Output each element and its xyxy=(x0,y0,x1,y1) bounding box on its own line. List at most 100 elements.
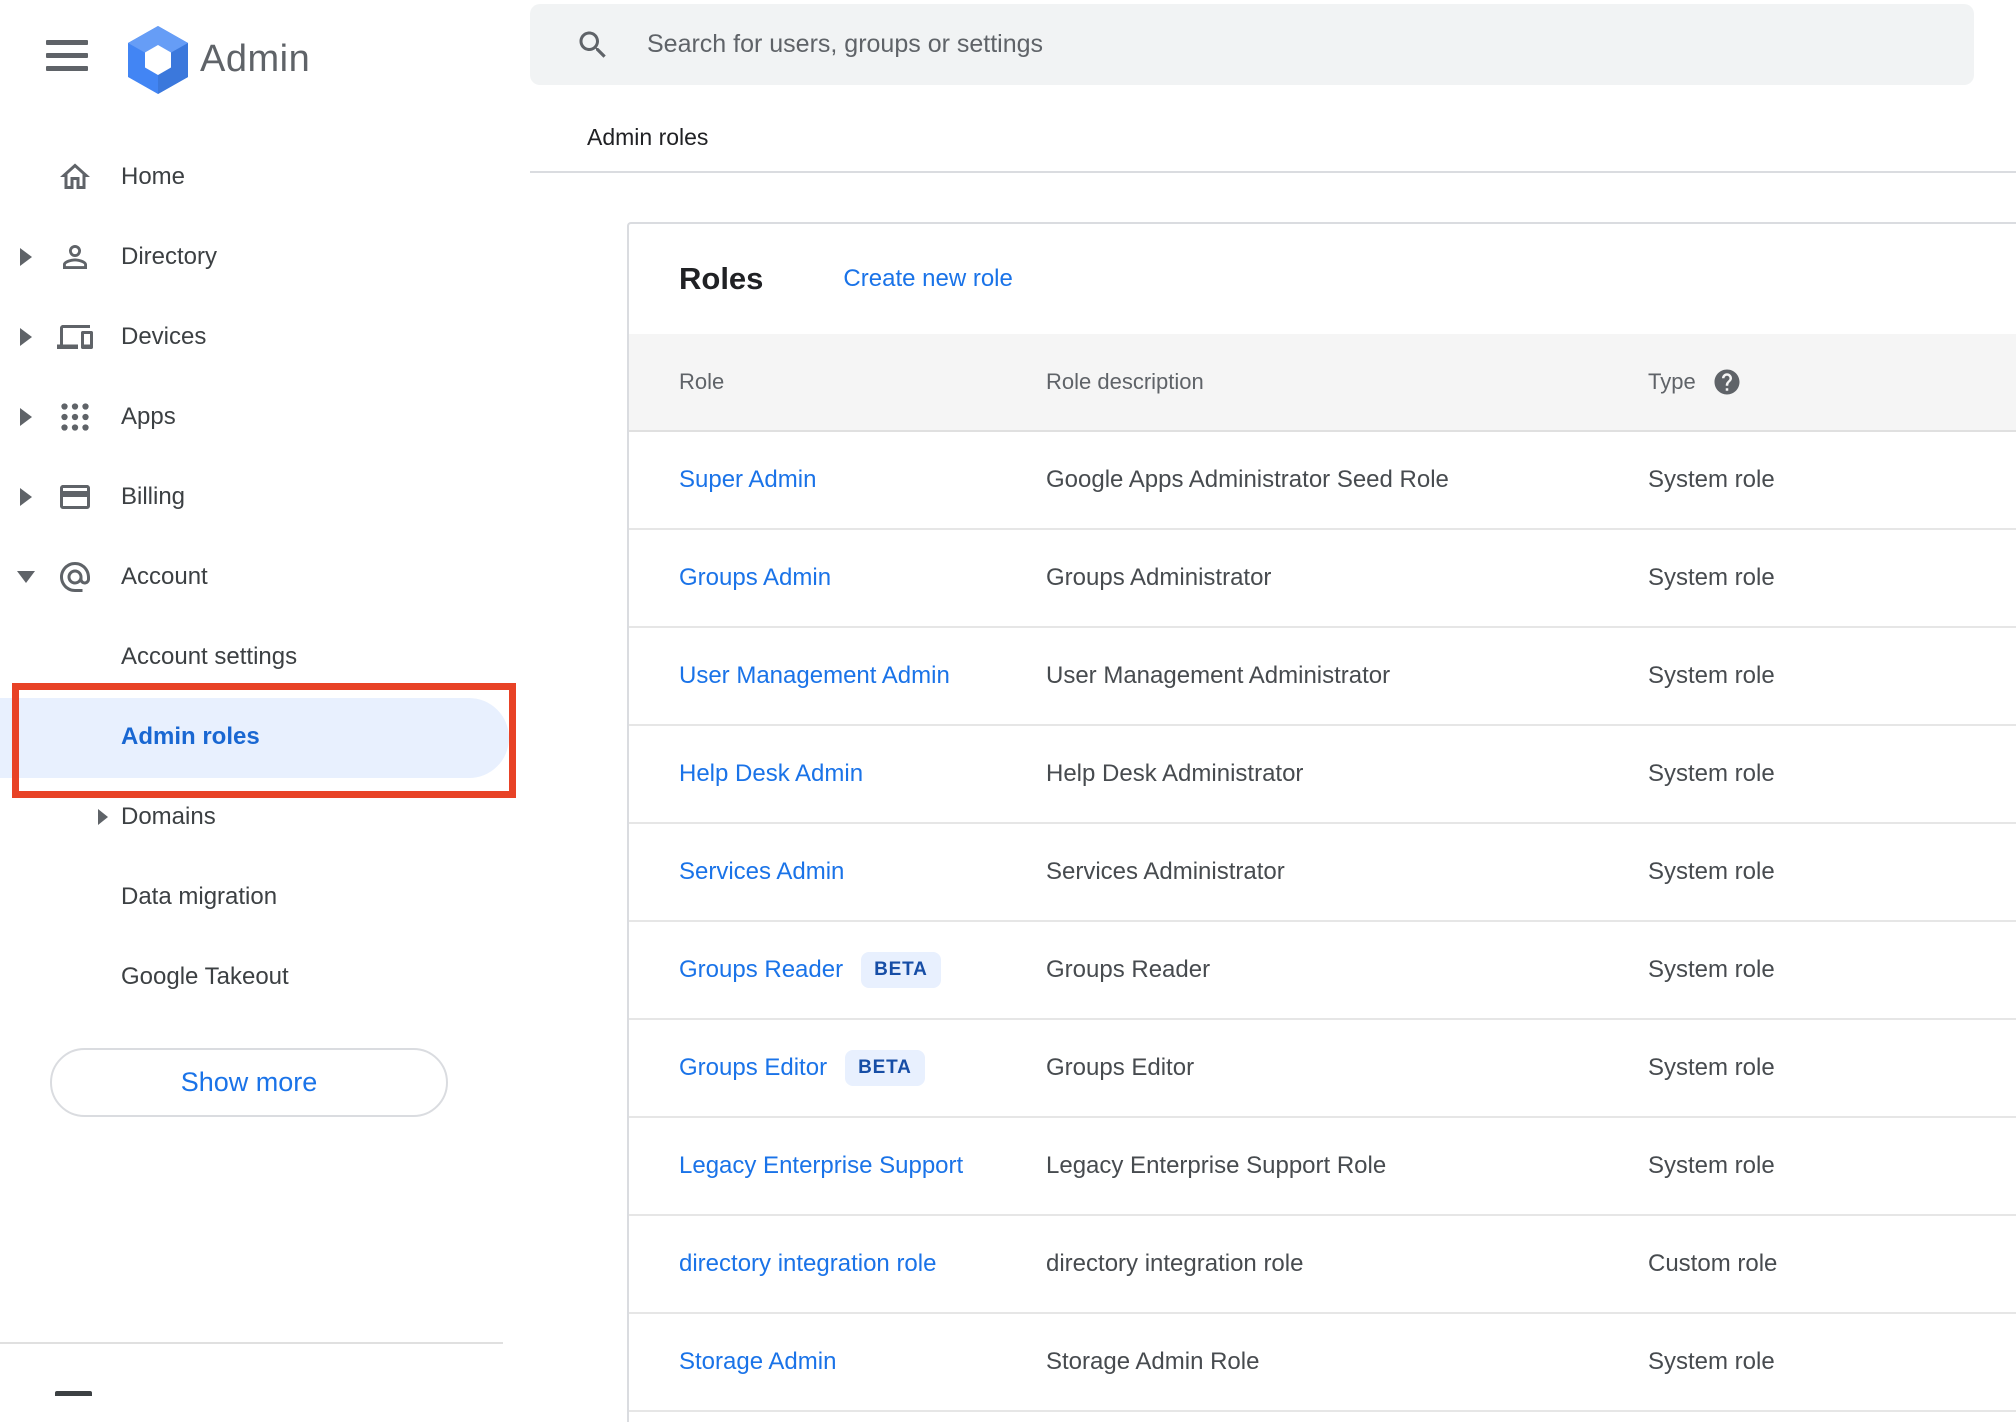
content-divider xyxy=(530,171,2016,173)
search-input[interactable] xyxy=(647,30,1847,59)
at-sign-icon xyxy=(60,562,90,592)
sidebar-item-home[interactable]: Home xyxy=(0,137,514,217)
role-cell: Help Desk Admin xyxy=(629,760,1046,788)
sidebar-item-directory[interactable]: Directory xyxy=(0,217,514,297)
role-link[interactable]: Super Admin xyxy=(679,466,816,494)
search-bar[interactable] xyxy=(530,4,1974,85)
menu-icon[interactable] xyxy=(44,34,90,78)
role-type: System role xyxy=(1648,466,1775,493)
column-header-role: Role xyxy=(679,369,725,394)
sidebar-item-apps[interactable]: Apps xyxy=(0,377,514,457)
role-link[interactable]: directory integration role xyxy=(679,1250,936,1278)
cutoff-icon xyxy=(55,1391,92,1396)
chevron-right-icon[interactable] xyxy=(20,408,32,426)
credit-card-icon xyxy=(60,485,90,509)
sidebar-item-label: Billing xyxy=(121,483,186,510)
role-link[interactable]: Groups Editor xyxy=(679,1054,827,1082)
devices-icon xyxy=(57,325,93,349)
sidebar-item-label: Account settings xyxy=(121,643,298,670)
panel-title: Roles xyxy=(679,261,764,296)
sidebar-item-admin-roles[interactable]: Admin roles xyxy=(0,697,514,777)
role-type: Custom role xyxy=(1648,1250,1778,1277)
search-icon xyxy=(579,31,606,58)
sidebar-divider xyxy=(0,1342,503,1344)
sidebar-item-account[interactable]: Account xyxy=(0,537,514,617)
column-header-type-label: Type xyxy=(1648,369,1696,394)
role-description: Groups Reader xyxy=(1046,956,1211,983)
role-cell: Groups Admin xyxy=(629,564,1046,592)
chevron-down-icon[interactable] xyxy=(17,571,35,583)
role-link[interactable]: Help Desk Admin xyxy=(679,760,863,788)
role-link[interactable]: Groups Admin xyxy=(679,564,831,592)
table-row: Super Admin Google Apps Administrator See… xyxy=(629,432,2016,530)
sidebar-item-label: Admin roles xyxy=(121,723,260,750)
menu-bar xyxy=(46,40,88,45)
role-cell: directory integration role xyxy=(629,1250,1046,1278)
role-cell: Super Admin xyxy=(629,466,1046,494)
chevron-right-icon[interactable] xyxy=(20,488,32,506)
menu-bar xyxy=(46,53,88,58)
roles-panel-header: Roles Create new role xyxy=(629,224,2016,334)
sidebar-item-label: Data migration xyxy=(121,883,278,910)
table-row: directory integration role directory inte… xyxy=(629,1216,2016,1314)
role-description: Legacy Enterprise Support Role xyxy=(1046,1152,1387,1179)
column-header-type: Type xyxy=(1648,367,2016,397)
table-row: User Management Admin User Management Adm… xyxy=(629,628,2016,726)
product-title: Admin xyxy=(200,38,311,80)
home-icon xyxy=(60,163,90,189)
role-description: Storage Admin Role xyxy=(1046,1348,1260,1375)
roles-panel: Roles Create new role Role Role descript… xyxy=(627,222,2016,1422)
table-row: Legacy Enterprise Support Legacy Enterpri… xyxy=(629,1118,2016,1216)
table-row: Groups Editor BETA Groups Editor System rol… xyxy=(629,1020,2016,1118)
role-link[interactable]: Groups Reader xyxy=(679,956,843,984)
role-description: directory integration role xyxy=(1046,1250,1304,1277)
role-link[interactable]: Legacy Enterprise Support xyxy=(679,1152,963,1180)
chevron-right-icon[interactable] xyxy=(98,809,108,825)
table-row: Help Desk Admin Help Desk Administrator Sy… xyxy=(629,726,2016,824)
role-link[interactable]: Storage Admin xyxy=(679,1348,836,1376)
role-cell: User Management Admin xyxy=(629,662,1046,690)
role-description: Help Desk Administrator xyxy=(1046,760,1304,787)
role-type: System role xyxy=(1648,1152,1775,1179)
role-description: Groups Editor xyxy=(1046,1054,1195,1081)
menu-bar xyxy=(46,66,88,71)
admin-logo-icon xyxy=(128,26,188,99)
sidebar-item-billing[interactable]: Billing xyxy=(0,457,514,537)
role-cell: Groups Reader BETA xyxy=(629,952,1046,988)
role-description: Groups Administrator xyxy=(1046,564,1272,591)
role-type: System role xyxy=(1648,564,1775,591)
role-description: User Management Administrator xyxy=(1046,662,1391,689)
role-type: System role xyxy=(1648,1348,1775,1375)
role-type: System role xyxy=(1648,760,1775,787)
role-type: System role xyxy=(1648,956,1775,983)
sidebar-item-google-takeout[interactable]: Google Takeout xyxy=(0,937,514,1017)
create-new-role-link[interactable]: Create new role xyxy=(843,265,1012,293)
role-type: System role xyxy=(1648,662,1775,689)
table-row: Storage Admin Storage Admin Role System ro… xyxy=(629,1314,2016,1412)
table-row: Services Admin Services Administrator Syst… xyxy=(629,824,2016,922)
show-more-button[interactable]: Show more xyxy=(50,1048,448,1117)
role-cell: Groups Editor BETA xyxy=(629,1050,1046,1086)
sidebar-item-label: Directory xyxy=(121,243,218,270)
beta-badge: BETA xyxy=(861,952,941,988)
chevron-right-icon[interactable] xyxy=(20,328,32,346)
role-description: Services Administrator xyxy=(1046,858,1285,885)
sidebar-item-account-settings[interactable]: Account settings xyxy=(0,617,514,697)
role-cell: Legacy Enterprise Support xyxy=(629,1152,1046,1180)
table-body: Super Admin Google Apps Administrator See… xyxy=(629,432,2016,1412)
apps-grid-icon xyxy=(61,403,89,431)
sidebar-item-label: Home xyxy=(121,163,186,190)
role-link[interactable]: User Management Admin xyxy=(679,662,950,690)
sidebar-item-devices[interactable]: Devices xyxy=(0,297,514,377)
chevron-right-icon[interactable] xyxy=(20,248,32,266)
role-cell: Services Admin xyxy=(629,858,1046,886)
role-link[interactable]: Services Admin xyxy=(679,858,844,886)
sidebar-item-domains[interactable]: Domains xyxy=(0,777,514,857)
sidebar-item-label: Google Takeout xyxy=(121,963,289,990)
table-row: Groups Admin Groups Administrator System r… xyxy=(629,530,2016,628)
sidebar-item-data-migration[interactable]: Data migration xyxy=(0,857,514,937)
sidebar-item-label: Domains xyxy=(121,803,216,830)
breadcrumb: Admin roles xyxy=(587,124,709,150)
sidebar-item-label: Account xyxy=(121,563,208,590)
help-icon[interactable] xyxy=(1712,367,1742,397)
